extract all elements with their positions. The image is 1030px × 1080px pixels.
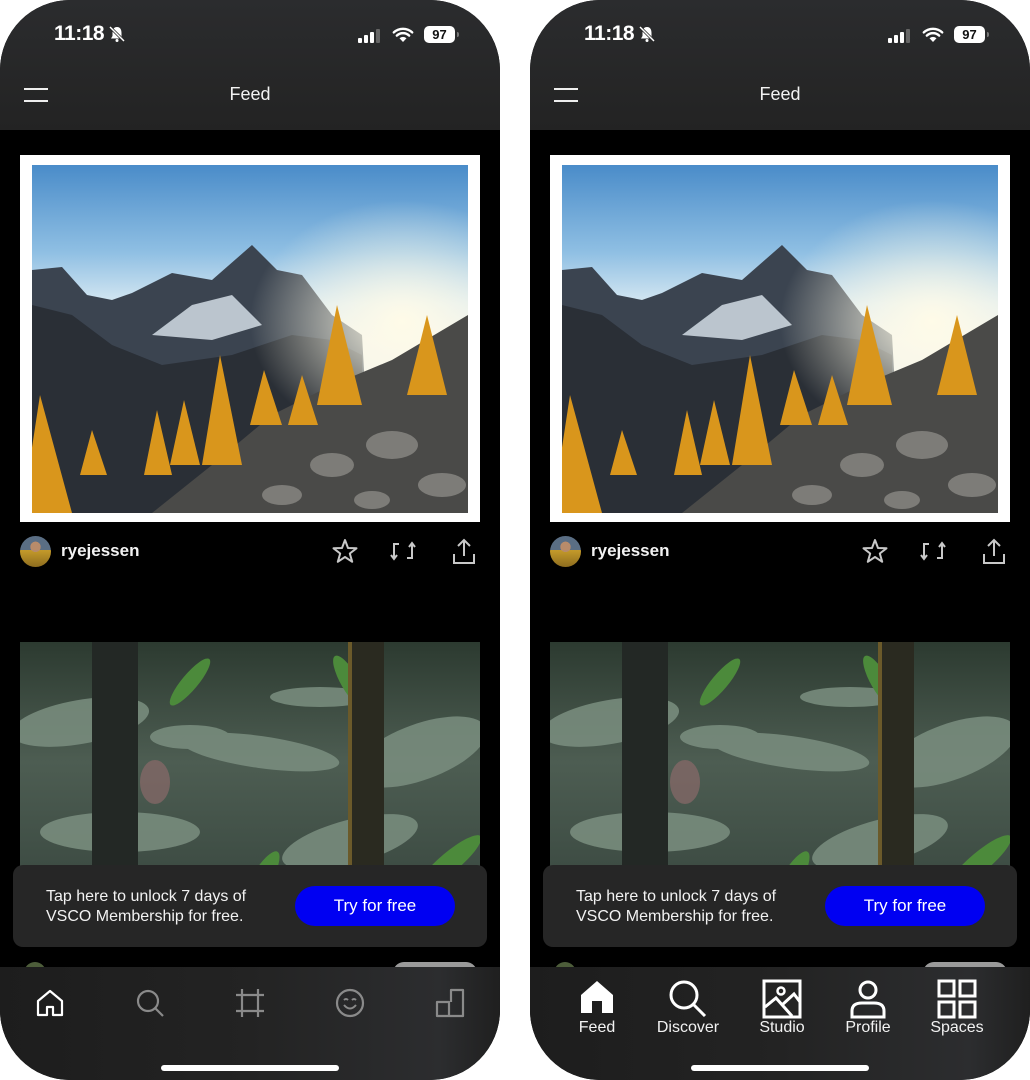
share-icon[interactable]: [450, 537, 478, 565]
top-bar: 11:18 97 Feed: [0, 0, 500, 130]
username-link[interactable]: ryejessen: [61, 541, 139, 561]
page-title: Feed: [759, 84, 801, 104]
person-icon: [850, 980, 886, 1019]
mountain-landscape-image: [562, 165, 998, 513]
tab-profile[interactable]: Profile: [828, 979, 908, 1049]
tab-studio[interactable]: Studio: [742, 979, 822, 1049]
tab-label: Profile: [845, 1019, 891, 1036]
username-link[interactable]: ryejessen: [591, 541, 669, 561]
battery-indicator: 97: [424, 26, 459, 43]
search-icon: [136, 989, 164, 1017]
status-time: 11:18: [584, 22, 635, 45]
grid-icon: [937, 979, 977, 1019]
tab-spaces[interactable]: Spaces: [917, 979, 997, 1049]
search-icon: [669, 980, 707, 1018]
mountain-landscape-image: [32, 165, 468, 513]
top-bar: 11:18 97 Feed: [530, 0, 1030, 130]
tab-bar: [0, 967, 500, 1080]
home-indicator[interactable]: [161, 1065, 339, 1071]
promo-text: Tap here to unlock 7 days of VSCO Member…: [46, 888, 247, 925]
crop-icon: [236, 989, 264, 1017]
phone-left: 11:18 97 Feed ryejessen Tap here to unlo…: [0, 0, 500, 1080]
status-time: 11:18: [54, 22, 105, 45]
tab-label: Studio: [759, 1019, 805, 1036]
tab-search[interactable]: [110, 979, 190, 1049]
phone-right: 11:18 97 Feed ryejessen Tap here to unlo…: [530, 0, 1030, 1080]
star-icon[interactable]: [331, 537, 359, 565]
tab-discover[interactable]: Discover: [648, 979, 728, 1049]
user-avatar[interactable]: [20, 536, 51, 567]
home-icon: [36, 989, 64, 1017]
tab-label: Discover: [656, 1019, 720, 1036]
try-for-free-button[interactable]: Try for free: [295, 886, 455, 926]
user-avatar[interactable]: [550, 536, 581, 567]
membership-promo-banner[interactable]: Tap here to unlock 7 days of VSCO Member…: [543, 865, 1017, 947]
star-icon[interactable]: [861, 537, 889, 565]
post-meta-row: ryejessen: [550, 535, 1010, 569]
image-icon: [762, 979, 802, 1019]
tab-spaces[interactable]: [410, 979, 490, 1049]
cellular-signal-icon: [888, 29, 910, 43]
try-for-free-button[interactable]: Try for free: [825, 886, 985, 926]
home-indicator[interactable]: [691, 1065, 869, 1071]
post-photo-mountain[interactable]: [32, 165, 468, 513]
battery-indicator: 97: [954, 26, 989, 43]
smiley-icon: [335, 988, 365, 1018]
tab-studio[interactable]: [210, 979, 290, 1049]
post-image-frame[interactable]: [550, 155, 1010, 522]
tab-bar: Feed Discover Studio Profile Spaces: [530, 967, 1030, 1080]
spaces-icon: [435, 988, 465, 1018]
tab-feed[interactable]: Feed: [557, 979, 637, 1049]
wifi-icon: [922, 27, 944, 42]
tab-feed[interactable]: [10, 979, 90, 1049]
tab-label: Spaces: [930, 1019, 984, 1036]
promo-text: Tap here to unlock 7 days of VSCO Member…: [576, 888, 777, 925]
tab-label: Feed: [578, 1019, 616, 1036]
repost-icon[interactable]: [390, 537, 418, 565]
tab-profile[interactable]: [310, 979, 390, 1049]
cellular-signal-icon: [358, 29, 380, 43]
post-image-frame[interactable]: [20, 155, 480, 522]
share-icon[interactable]: [980, 537, 1008, 565]
post-meta-row: ryejessen: [20, 535, 480, 569]
repost-icon[interactable]: [920, 537, 948, 565]
home-icon: [581, 981, 613, 1013]
silent-bell-icon: [638, 25, 656, 43]
membership-promo-banner[interactable]: Tap here to unlock 7 days of VSCO Member…: [13, 865, 487, 947]
post-photo-mountain[interactable]: [562, 165, 998, 513]
silent-bell-icon: [108, 25, 126, 43]
page-title: Feed: [229, 84, 271, 104]
wifi-icon: [392, 27, 414, 42]
